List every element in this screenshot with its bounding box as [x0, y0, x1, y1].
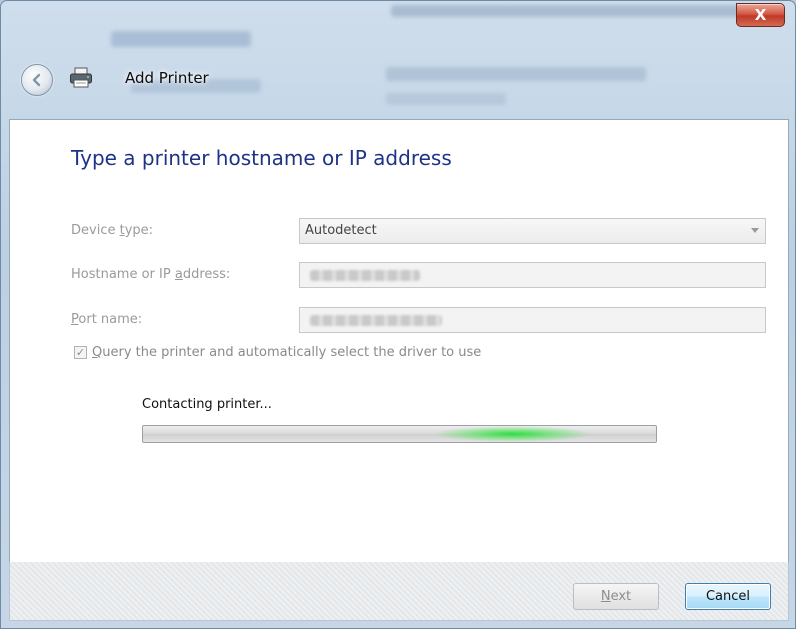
add-printer-window: X Add Printer Type a printer hostname or… — [0, 0, 796, 629]
back-arrow-icon — [32, 73, 41, 87]
query-printer-label[interactable]: Query the printer and automatically sele… — [92, 345, 481, 360]
close-button[interactable]: X — [736, 3, 785, 27]
glass-blur-shape — [391, 5, 751, 17]
port-name-redacted-value — [310, 315, 442, 326]
wizard-content: Type a printer hostname or IP address De… — [9, 119, 789, 563]
chevron-down-icon — [751, 228, 759, 233]
back-button[interactable] — [21, 64, 53, 96]
wizard-footer: Next Cancel — [9, 562, 789, 621]
hostname-label: Hostname or IP address: — [71, 267, 231, 282]
glass-blur-shape — [111, 31, 251, 47]
hostname-redacted-value — [310, 270, 420, 281]
device-type-dropdown[interactable]: Autodetect — [299, 218, 766, 244]
cancel-button[interactable]: Cancel — [685, 583, 771, 610]
glass-blur-shape — [386, 93, 506, 105]
window-title: Add Printer — [125, 69, 209, 87]
progress-bar — [142, 425, 657, 443]
device-type-value: Autodetect — [305, 223, 377, 238]
device-type-label: Device type: — [71, 223, 154, 238]
close-icon: X — [754, 6, 767, 24]
next-button[interactable]: Next — [573, 583, 659, 610]
progress-glow — [433, 426, 593, 442]
port-name-label: Port name: — [71, 312, 143, 327]
hostname-field[interactable] — [299, 262, 766, 288]
status-text: Contacting printer... — [142, 397, 272, 412]
glass-blur-shape — [386, 67, 646, 81]
port-name-field[interactable] — [299, 307, 766, 333]
page-heading: Type a printer hostname or IP address — [71, 146, 452, 170]
printer-icon — [70, 67, 92, 88]
query-printer-checkbox[interactable]: ✓ — [74, 346, 87, 359]
title-bar: X Add Printer — [1, 1, 795, 119]
